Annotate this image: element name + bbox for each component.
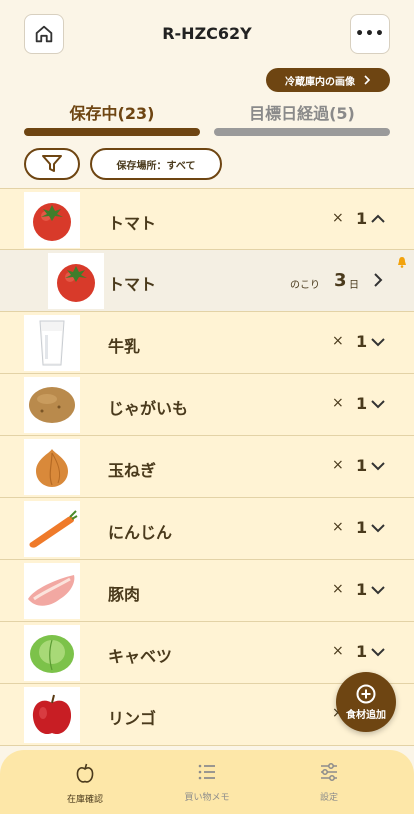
list-item[interactable]: トマト × 1	[0, 188, 414, 250]
food-quantity: 1	[356, 456, 368, 475]
list-item-detail[interactable]: トマト のこり 3 日	[0, 250, 414, 312]
food-list: トマト × 1 トマト のこり 3 日 牛乳 × 1 じゃがいも × 1 玉ねぎ…	[0, 188, 414, 746]
plus-circle-icon	[356, 684, 376, 703]
food-quantity: 1	[356, 209, 368, 228]
food-name: トマト	[108, 214, 157, 233]
apple-food-icon	[32, 694, 72, 735]
food-quantity: 1	[356, 580, 368, 599]
food-quantity: 1	[356, 518, 368, 537]
food-name: 玉ねぎ	[108, 461, 157, 480]
location-filter-button[interactable]: 保存場所：すべて	[90, 148, 222, 180]
food-name: 牛乳	[108, 337, 141, 356]
food-image	[48, 253, 104, 309]
food-name: リンゴ	[108, 709, 157, 728]
times-sign: ×	[332, 457, 344, 473]
list-item[interactable]: 玉ねぎ × 1	[0, 436, 414, 498]
chevron-right-icon	[364, 75, 371, 85]
nav-settings-label: 設定	[319, 793, 338, 803]
app-header: R-HZC62Y •••	[0, 0, 414, 66]
bottom-nav: 在庫確認 買い物メモ 設定	[0, 750, 414, 814]
onion-icon	[36, 449, 68, 487]
potato-icon	[29, 387, 75, 423]
times-sign: ×	[332, 519, 344, 535]
pork-icon	[28, 575, 75, 606]
milk-icon	[39, 320, 65, 366]
nav-settings[interactable]: 設定	[289, 762, 369, 803]
remaining-days: 3	[334, 270, 347, 291]
tab-bar: 保存中(23) 目標日経過(5)	[24, 100, 390, 136]
food-name: キャベツ	[108, 647, 173, 666]
food-quantity: 1	[356, 394, 368, 413]
tab-expired[interactable]: 目標日経過(5)	[214, 100, 390, 124]
chevron-down-icon[interactable]	[370, 458, 386, 474]
food-name: じゃがいも	[108, 399, 189, 418]
sliders-icon	[321, 763, 337, 781]
cabbage-icon	[30, 635, 74, 673]
tab-indicator-active	[24, 128, 200, 136]
days-unit: 日	[349, 280, 359, 291]
fridge-image-label: 冷蔵庫内の画像	[285, 76, 355, 88]
add-food-button[interactable]: 食材追加	[336, 672, 396, 732]
food-image	[24, 315, 80, 371]
nav-stock[interactable]: 在庫確認	[45, 762, 125, 805]
times-sign: ×	[332, 333, 344, 349]
list-item[interactable]: じゃがいも × 1	[0, 374, 414, 436]
list-item[interactable]: 牛乳 × 1	[0, 312, 414, 374]
times-sign: ×	[332, 395, 344, 411]
food-image	[24, 563, 80, 619]
food-name: にんじん	[108, 523, 173, 542]
remaining-label: のこり	[290, 280, 320, 291]
food-image	[24, 501, 80, 557]
carrot-icon	[29, 510, 78, 548]
chevron-down-icon[interactable]	[370, 520, 386, 536]
nav-stock-label: 在庫確認	[66, 795, 103, 805]
food-name: トマト	[108, 275, 157, 294]
fridge-image-button[interactable]: 冷蔵庫内の画像	[266, 68, 390, 92]
chevron-down-icon[interactable]	[370, 582, 386, 598]
apple-icon	[76, 763, 94, 783]
list-item[interactable]: にんじん × 1	[0, 498, 414, 560]
food-image	[24, 625, 80, 681]
food-name: 豚肉	[108, 585, 141, 604]
more-button[interactable]: •••	[350, 14, 390, 54]
nav-shopping-memo[interactable]: 買い物メモ	[167, 762, 247, 803]
add-food-label: 食材追加	[346, 709, 386, 721]
times-sign: ×	[332, 210, 344, 226]
tomato-icon	[33, 203, 71, 241]
filter-button[interactable]	[24, 148, 80, 180]
bell-icon	[398, 257, 406, 268]
chevron-right-icon[interactable]	[370, 272, 386, 288]
list-icon	[198, 764, 215, 780]
chevron-down-icon[interactable]	[370, 644, 386, 660]
chevron-up-icon[interactable]	[370, 211, 386, 227]
tomato-icon	[57, 264, 95, 302]
food-image	[24, 439, 80, 495]
times-sign: ×	[332, 643, 344, 659]
nav-shopping-label: 買い物メモ	[184, 793, 230, 803]
food-image	[24, 687, 80, 743]
food-image	[24, 192, 80, 248]
tab-stored[interactable]: 保存中(23)	[24, 100, 200, 124]
list-item[interactable]: 豚肉 × 1	[0, 560, 414, 622]
food-image	[24, 377, 80, 433]
food-quantity: 1	[356, 642, 368, 661]
filter-icon	[42, 155, 62, 172]
chevron-down-icon[interactable]	[370, 396, 386, 412]
food-quantity: 1	[356, 332, 368, 351]
tab-indicator-inactive	[214, 128, 390, 136]
chevron-down-icon[interactable]	[370, 334, 386, 350]
more-icon: •••	[355, 26, 385, 42]
times-sign: ×	[332, 581, 344, 597]
